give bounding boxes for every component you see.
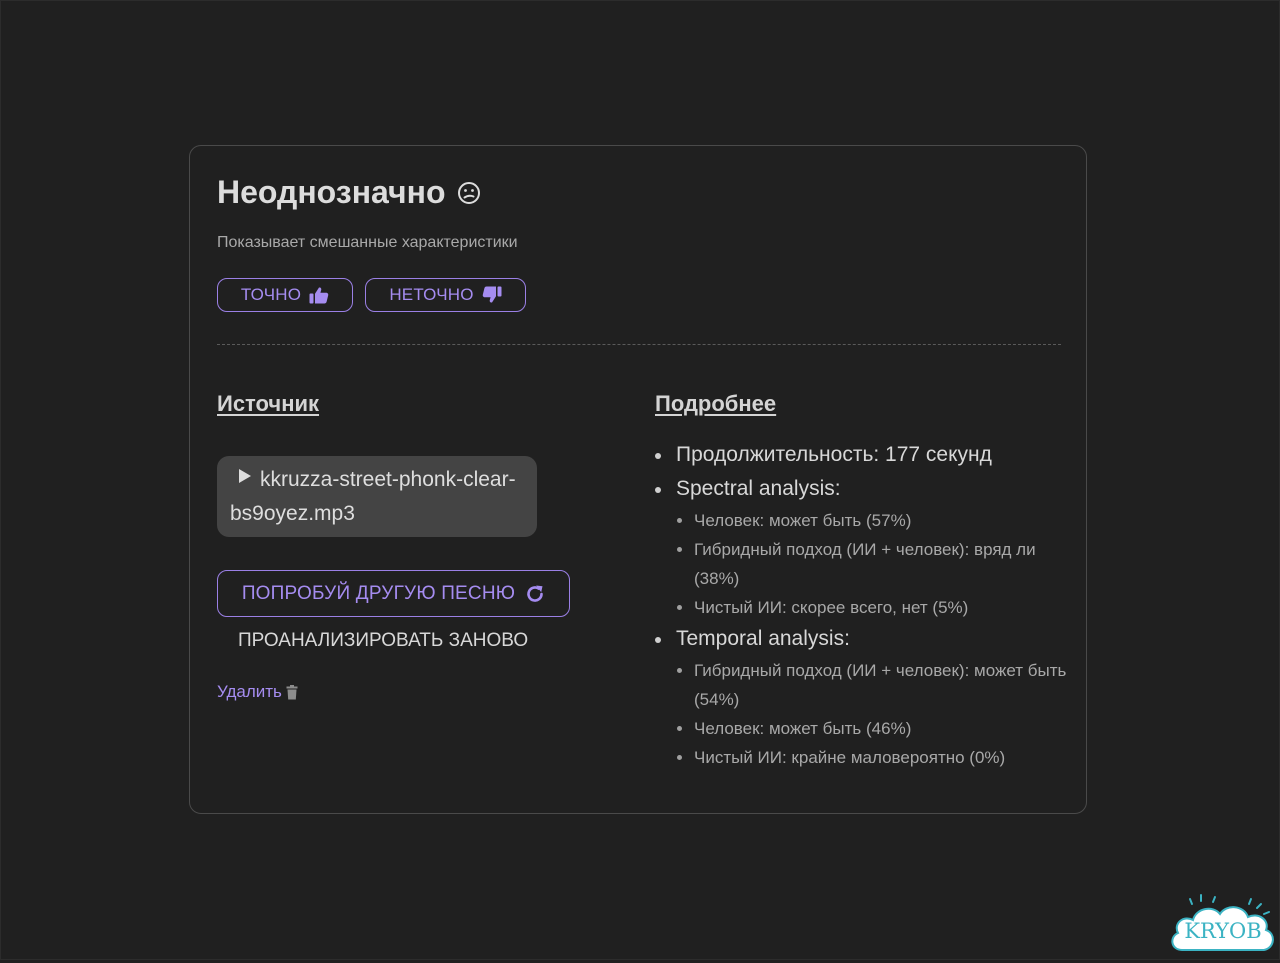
audio-file-name: kkruzza-street-phonk-clear-bs9oyez.mp3 (230, 468, 516, 526)
confused-face-icon (457, 181, 481, 205)
trash-icon (286, 684, 298, 699)
result-card: Неоднозначно Показывает смешанные характ… (189, 145, 1087, 814)
temporal-analysis-item: Temporal analysis: (655, 622, 1075, 656)
play-icon[interactable] (238, 461, 252, 495)
refresh-icon (527, 585, 543, 602)
temporal-result-item: Чистый ИИ: крайне маловероятно (0%) (655, 743, 1075, 772)
spectral-result-item: Человек: может быть (57%) (655, 506, 1075, 535)
thumbs-up-icon (309, 287, 329, 304)
result-title: Неоднозначно (217, 174, 481, 211)
details-heading: Подробнее (655, 391, 777, 416)
duration-item: Продолжительность: 177 секунд (655, 438, 1075, 472)
accurate-button[interactable]: ТОЧНО (217, 278, 353, 312)
details-list: Продолжительность: 177 секунд Spectral a… (655, 438, 1075, 772)
source-heading: Источник (217, 391, 320, 416)
thumbs-down-icon (482, 286, 502, 303)
spectral-result-item: Гибридный подход (ИИ + человек): вряд ли… (655, 535, 1075, 593)
inaccurate-label: НЕТОЧНО (389, 285, 474, 304)
try-another-song-button[interactable]: ПОПРОБУЙ ДРУГУЮ ПЕСНЮ (217, 570, 570, 617)
temporal-result-item: Гибридный подход (ИИ + человек): может б… (655, 656, 1075, 714)
section-divider (217, 344, 1061, 345)
spectral-analysis-item: Spectral analysis: (655, 472, 1075, 506)
accurate-label: ТОЧНО (240, 285, 302, 304)
delete-label: Удалить (217, 682, 282, 701)
try-another-song-label: ПОПРОБУЙ ДРУГУЮ ПЕСНЮ (241, 582, 516, 604)
feedback-buttons: ТОЧНО НЕТОЧНО (217, 278, 526, 312)
result-subtitle: Показывает смешанные характеристики (217, 234, 518, 251)
audio-file-player[interactable]: kkruzza-street-phonk-clear-bs9oyez.mp3 (217, 456, 537, 537)
spectral-result-item: Чистый ИИ: скорее всего, нет (5%) (655, 593, 1075, 622)
reanalyze-button[interactable]: ПРОАНАЛИЗИРОВАТЬ ЗАНОВО (238, 630, 528, 652)
inaccurate-button[interactable]: НЕТОЧНО (365, 278, 526, 312)
temporal-result-item: Человек: может быть (46%) (655, 714, 1075, 743)
result-title-text: Неоднозначно (217, 174, 446, 210)
watermark-text: KRYOB (1184, 919, 1261, 943)
kryob-watermark: KRYOB (1168, 890, 1278, 958)
delete-link[interactable]: Удалить (217, 682, 298, 702)
